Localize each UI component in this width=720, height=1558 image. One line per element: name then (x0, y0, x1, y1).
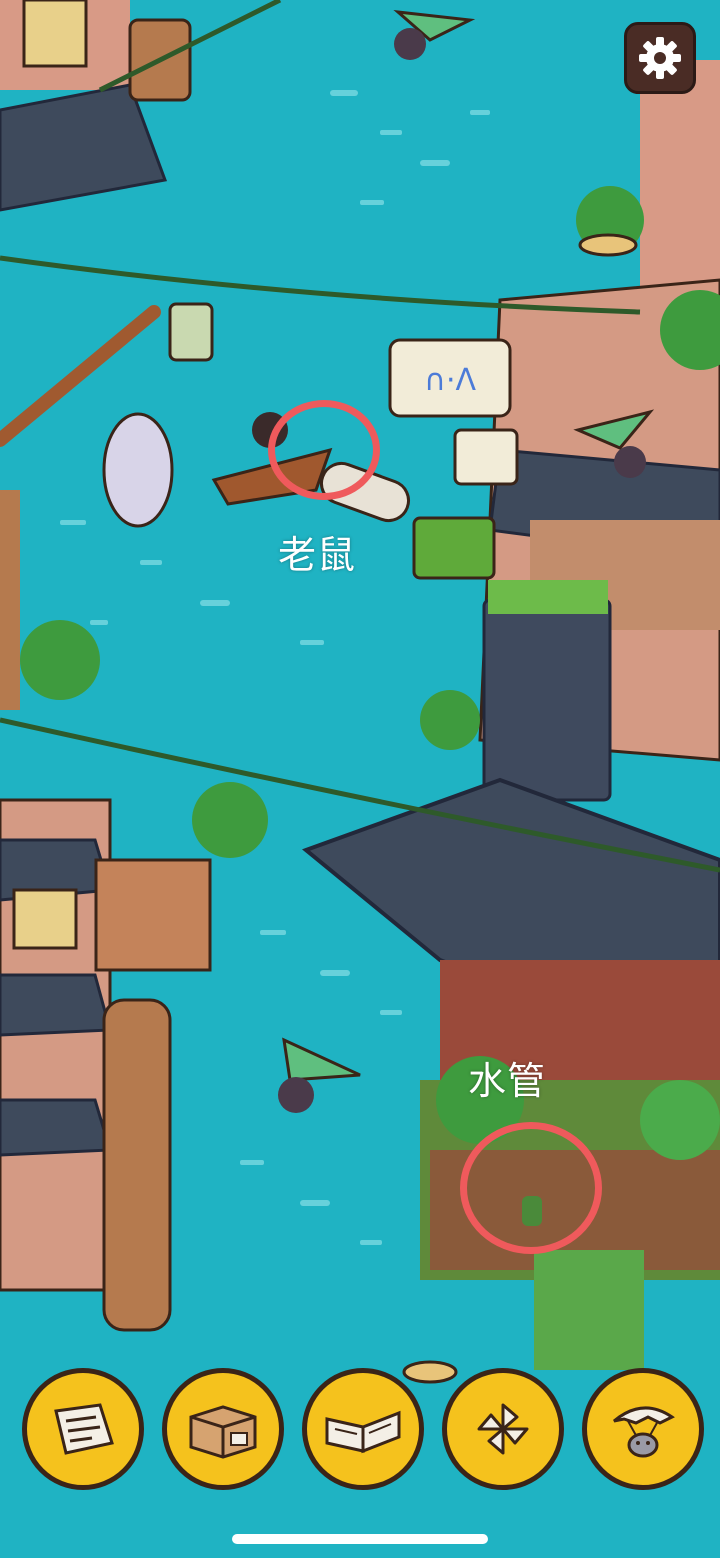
box-button[interactable] (162, 1368, 284, 1490)
rat-glider-button[interactable] (582, 1368, 704, 1490)
book-icon (325, 1410, 401, 1454)
letter-button[interactable] (22, 1368, 144, 1490)
book-button[interactable] (302, 1368, 424, 1490)
rat-glider-icon (613, 1406, 675, 1458)
rat-hint-circle[interactable] (268, 400, 380, 500)
settings-button[interactable] (624, 22, 696, 94)
pipe-hint-circle[interactable] (460, 1122, 602, 1254)
game-scene[interactable]: ∩·Λ (0, 0, 720, 1558)
pinwheel-icon (477, 1403, 529, 1455)
rat-hint-label: 老鼠 (278, 533, 357, 577)
gear-icon (639, 37, 681, 79)
home-indicator[interactable] (232, 1534, 488, 1544)
box-icon (189, 1405, 257, 1459)
pipe-hint-label: 水管 (468, 1059, 547, 1103)
pinwheel-button[interactable] (442, 1368, 564, 1490)
letter-icon (54, 1403, 114, 1455)
svg-text:∩·Λ: ∩·Λ (424, 363, 476, 398)
